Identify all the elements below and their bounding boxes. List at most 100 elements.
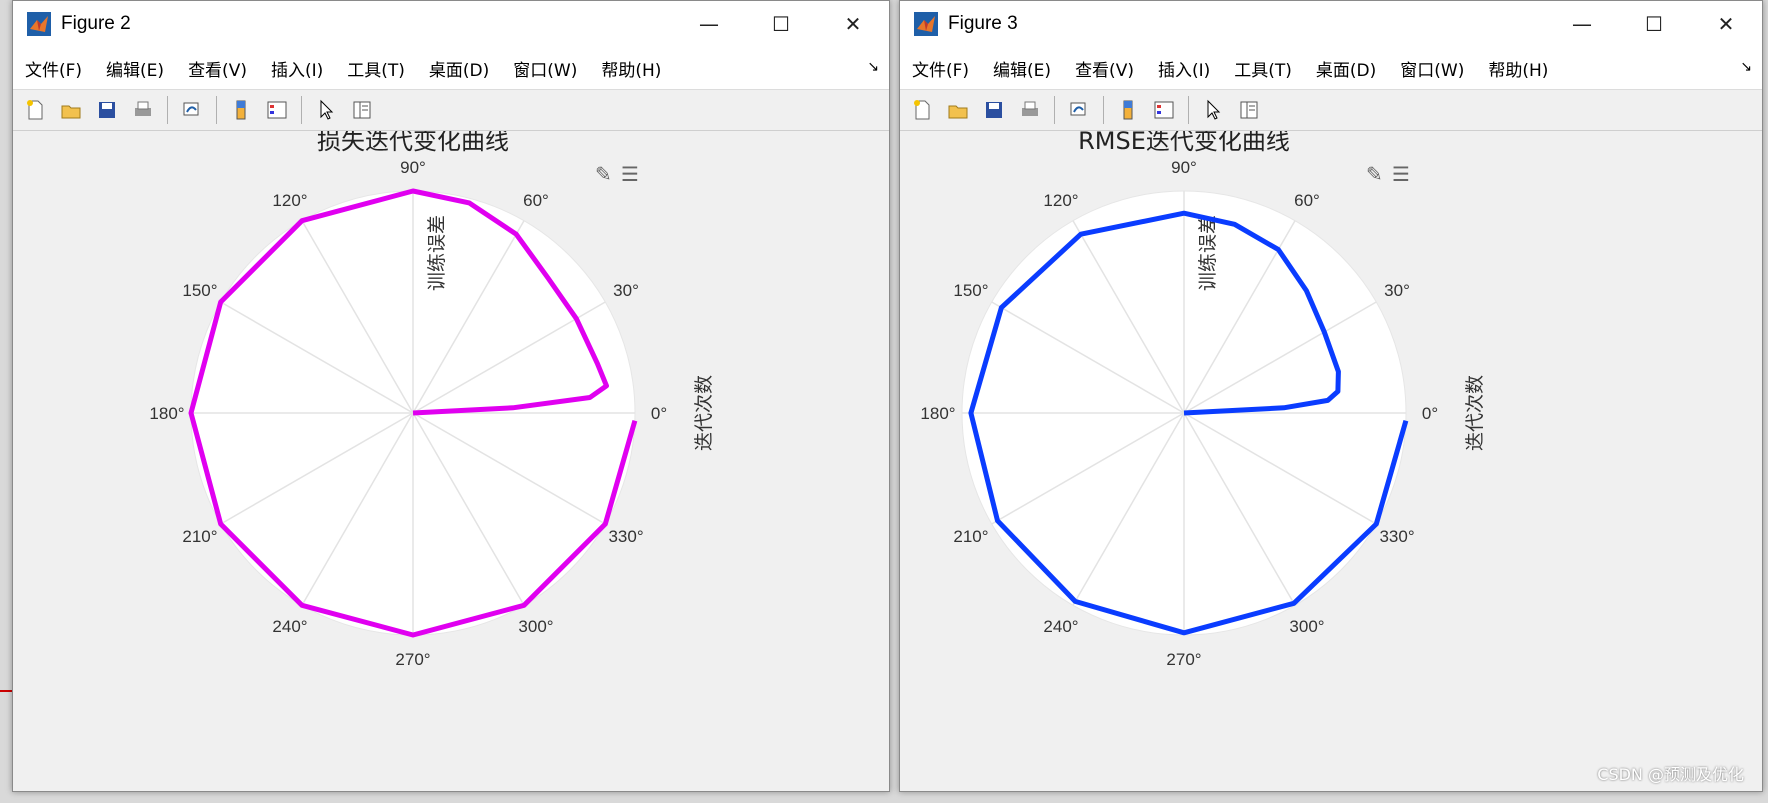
pointer-icon[interactable] — [311, 95, 341, 125]
menu-view[interactable]: 查看(V) — [188, 52, 247, 85]
open-folder-icon[interactable] — [943, 95, 973, 125]
window-title: Figure 2 — [61, 13, 131, 34]
plot-area: RMSE迭代变化曲线 ✎ ☰ 0° 30° 60° 90° 120° 150° 180° 210° 2… — [900, 131, 1762, 791]
toolbar-divider — [1054, 96, 1055, 124]
close-button[interactable]: ✕ — [817, 1, 889, 47]
pointer-icon[interactable] — [1198, 95, 1228, 125]
menu-window[interactable]: 窗口(W) — [513, 52, 577, 85]
toolbar-divider — [1188, 96, 1189, 124]
toolbar-divider — [301, 96, 302, 124]
title-bar[interactable]: Figure 2 — ☐ ✕ — [13, 1, 889, 47]
background-line — [0, 690, 12, 692]
new-figure-icon[interactable] — [907, 95, 937, 125]
close-button[interactable]: ✕ — [1690, 1, 1762, 47]
theta-tick-label: 300° — [1289, 617, 1324, 636]
colorbar-icon[interactable] — [1113, 95, 1143, 125]
theta-tick-label: 120° — [1043, 191, 1078, 210]
new-figure-icon[interactable] — [20, 95, 50, 125]
radial-axis-label: 训练误差 — [1197, 215, 1219, 291]
theta-tick-label: 240° — [1043, 617, 1078, 636]
theta-tick-label: 150° — [182, 281, 217, 300]
legend-icon[interactable] — [262, 95, 292, 125]
menu-bar: 文件(F) 编辑(E) 查看(V) 插入(I) 工具(T) 桌面(D) 窗口(W… — [900, 47, 1762, 90]
maximize-button[interactable]: ☐ — [1618, 1, 1690, 47]
save-icon[interactable] — [92, 95, 122, 125]
theta-tick-label: 300° — [518, 617, 553, 636]
theta-tick-label: 60° — [1294, 191, 1320, 210]
theta-tick-label: 150° — [953, 281, 988, 300]
menu-icon: ☰ — [1392, 162, 1410, 186]
theta-tick-label: 270° — [1166, 650, 1201, 669]
theta-tick-label: 180° — [149, 404, 184, 423]
figure-window-2[interactable]: Figure 2 — ☐ ✕ 文件(F) 编辑(E) 查看(V) 插入(I) 工… — [12, 0, 890, 792]
menu-desktop[interactable]: 桌面(D) — [1316, 52, 1376, 85]
plot-area: 损失迭代变化曲线 ✎ ☰ 0° 30° 60° 90° 120° 150° 180° 210° 240… — [13, 131, 889, 791]
menu-view[interactable]: 查看(V) — [1075, 52, 1134, 85]
menu-insert[interactable]: 插入(I) — [271, 52, 323, 85]
theta-tick-label: 0° — [651, 404, 667, 423]
print-icon[interactable] — [128, 95, 158, 125]
menu-tools[interactable]: 工具(T) — [1234, 52, 1292, 85]
brush-icon: ✎ — [1366, 162, 1383, 186]
theta-tick-label: 210° — [953, 527, 988, 546]
menu-icon: ☰ — [621, 162, 639, 186]
title-bar[interactable]: Figure 3 — ☐ ✕ — [900, 1, 1762, 47]
theta-tick-label: 60° — [523, 191, 549, 210]
link-plot-icon[interactable] — [177, 95, 207, 125]
menu-edit[interactable]: 编辑(E) — [106, 52, 164, 85]
theta-tick-label: 240° — [272, 617, 307, 636]
theta-tick-label: 180° — [920, 404, 955, 423]
theta-tick-label: 330° — [608, 527, 643, 546]
theta-tick-label: 270° — [395, 650, 430, 669]
angular-axis-label: 迭代次数 — [693, 375, 715, 451]
menu-bar: 文件(F) 编辑(E) 查看(V) 插入(I) 工具(T) 桌面(D) 窗口(W… — [13, 47, 889, 90]
toolbar-divider — [167, 96, 168, 124]
toolbar — [900, 90, 1762, 131]
radial-axis-label: 训练误差 — [426, 215, 448, 291]
toolbar-divider — [1103, 96, 1104, 124]
legend-icon[interactable] — [1149, 95, 1179, 125]
dock-arrow-icon[interactable]: ↘ — [1740, 59, 1752, 75]
menu-file[interactable]: 文件(F) — [912, 52, 969, 85]
minimize-button[interactable]: — — [1546, 1, 1618, 47]
window-title: Figure 3 — [948, 13, 1018, 34]
menu-tools[interactable]: 工具(T) — [347, 52, 405, 85]
angular-axis-label: 迭代次数 — [1464, 375, 1486, 451]
menu-help[interactable]: 帮助(H) — [601, 52, 661, 85]
theta-tick-label: 0° — [1422, 404, 1438, 423]
menu-edit[interactable]: 编辑(E) — [993, 52, 1051, 85]
toolbar — [13, 90, 889, 131]
polar-chart: 损失迭代变化曲线 ✎ ☰ 0° 30° 60° 90° 120° 150° 180° 210° 240… — [149, 131, 715, 669]
maximize-button[interactable]: ☐ — [745, 1, 817, 47]
chart-title: RMSE迭代变化曲线 — [1078, 131, 1290, 155]
theta-tick-label: 30° — [613, 281, 639, 300]
brush-icon: ✎ — [595, 162, 612, 186]
save-icon[interactable] — [979, 95, 1009, 125]
theta-tick-label: 330° — [1379, 527, 1414, 546]
print-icon[interactable] — [1015, 95, 1045, 125]
open-folder-icon[interactable] — [56, 95, 86, 125]
minimize-button[interactable]: — — [673, 1, 745, 47]
chart-title: 损失迭代变化曲线 — [317, 131, 509, 155]
theta-tick-label: 90° — [1171, 158, 1197, 177]
property-inspector-icon[interactable] — [1234, 95, 1264, 125]
menu-help[interactable]: 帮助(H) — [1488, 52, 1548, 85]
matlab-icon — [27, 12, 51, 36]
menu-desktop[interactable]: 桌面(D) — [429, 52, 489, 85]
theta-tick-label: 120° — [272, 191, 307, 210]
matlab-icon — [914, 12, 938, 36]
dock-arrow-icon[interactable]: ↘ — [867, 59, 879, 75]
theta-tick-label: 90° — [400, 158, 426, 177]
figure-window-3[interactable]: Figure 3 — ☐ ✕ 文件(F) 编辑(E) 查看(V) 插入(I) 工… — [899, 0, 1763, 792]
menu-window[interactable]: 窗口(W) — [1400, 52, 1464, 85]
property-inspector-icon[interactable] — [347, 95, 377, 125]
watermark: CSDN @预测及优化 — [1597, 765, 1744, 784]
menu-file[interactable]: 文件(F) — [25, 52, 82, 85]
link-plot-icon[interactable] — [1064, 95, 1094, 125]
theta-tick-label: 30° — [1384, 281, 1410, 300]
theta-tick-label: 210° — [182, 527, 217, 546]
menu-insert[interactable]: 插入(I) — [1158, 52, 1210, 85]
polar-chart: RMSE迭代变化曲线 ✎ ☰ 0° 30° 60° 90° 120° 150° 180° 210° 2… — [920, 131, 1486, 669]
colorbar-icon[interactable] — [226, 95, 256, 125]
toolbar-divider — [216, 96, 217, 124]
